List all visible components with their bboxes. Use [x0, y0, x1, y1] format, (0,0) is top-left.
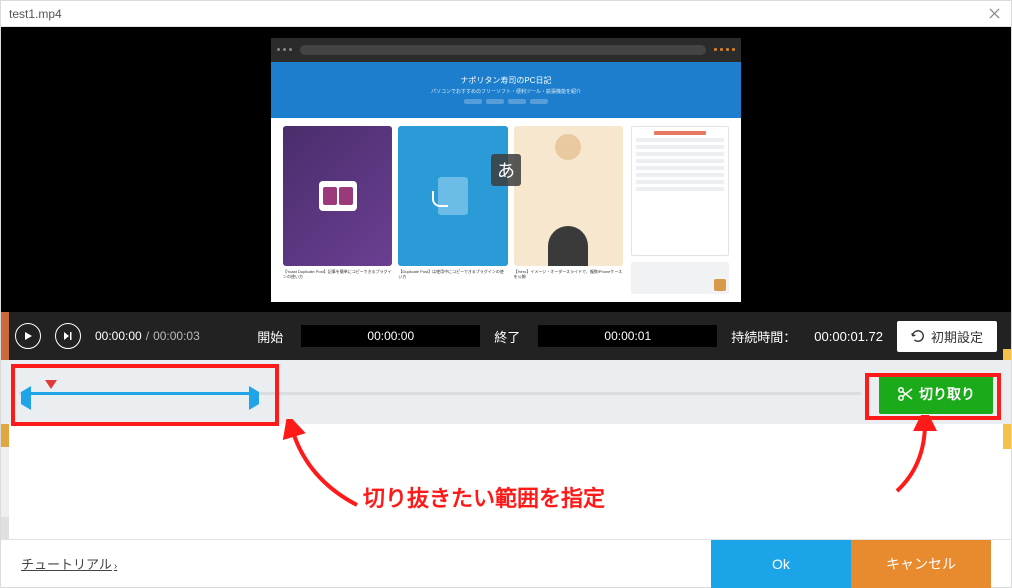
duration-value: 00:00:01.72: [814, 329, 883, 344]
chevron-right-icon: ›: [114, 561, 117, 572]
cancel-button[interactable]: キャンセル: [851, 540, 991, 588]
annotation-arrow-left: [197, 419, 367, 509]
start-label: 開始: [257, 327, 283, 346]
total-time: 00:00:03: [153, 329, 200, 343]
ok-button[interactable]: Ok: [711, 540, 851, 588]
refresh-icon: [911, 329, 925, 343]
end-label: 終了: [494, 327, 520, 346]
cut-button[interactable]: 切り取り: [879, 374, 993, 414]
close-icon: [989, 8, 1000, 19]
duration-label: 持続時間：: [731, 327, 796, 346]
annotation-arrow-right: [887, 415, 957, 495]
title-bar: test1.mp4: [1, 1, 1011, 27]
window-title: test1.mp4: [9, 7, 985, 21]
tutorial-link[interactable]: チュートリアル›: [21, 554, 117, 573]
video-preview[interactable]: ナポリタン寿司のPC日記 パソコンでおすすめのフリーソフト・便利ツール・拡張機能…: [1, 27, 1011, 312]
playhead-marker[interactable]: [45, 380, 57, 389]
timeline-area: 切り取り: [1, 360, 1011, 424]
video-frame: ナポリタン寿司のPC日記 パソコンでおすすめのフリーソフト・便利ツール・拡張機能…: [271, 38, 741, 302]
time-display: 00:00:00 / 00:00:03: [95, 329, 200, 343]
step-button[interactable]: [55, 323, 81, 349]
range-handle-start[interactable]: [21, 386, 31, 410]
close-button[interactable]: [985, 5, 1003, 23]
current-time: 00:00:00: [95, 329, 142, 343]
preview-banner-title: ナポリタン寿司のPC日記: [460, 75, 551, 86]
step-icon: [63, 331, 73, 341]
footer: チュートリアル› Ok キャンセル: [1, 539, 1011, 587]
reset-button[interactable]: 初期設定: [897, 321, 997, 352]
annotation-text: 切り抜きたい範囲を指定: [363, 481, 605, 513]
selection-range: [23, 392, 255, 395]
start-time-input[interactable]: [301, 325, 480, 347]
video-cut-window: test1.mp4 ナポリタン寿司のPC日記 パソコンでおすすめのフリーソフト・…: [0, 0, 1012, 588]
scissors-icon: [897, 386, 913, 402]
playback-controls: 00:00:00 / 00:00:03 開始 終了 持続時間： 00:00:01…: [1, 312, 1011, 360]
end-time-input[interactable]: [538, 325, 717, 347]
range-handle-end[interactable]: [249, 386, 259, 410]
play-button[interactable]: [15, 323, 41, 349]
play-icon: [23, 331, 33, 341]
timeline-track[interactable]: [19, 380, 861, 408]
